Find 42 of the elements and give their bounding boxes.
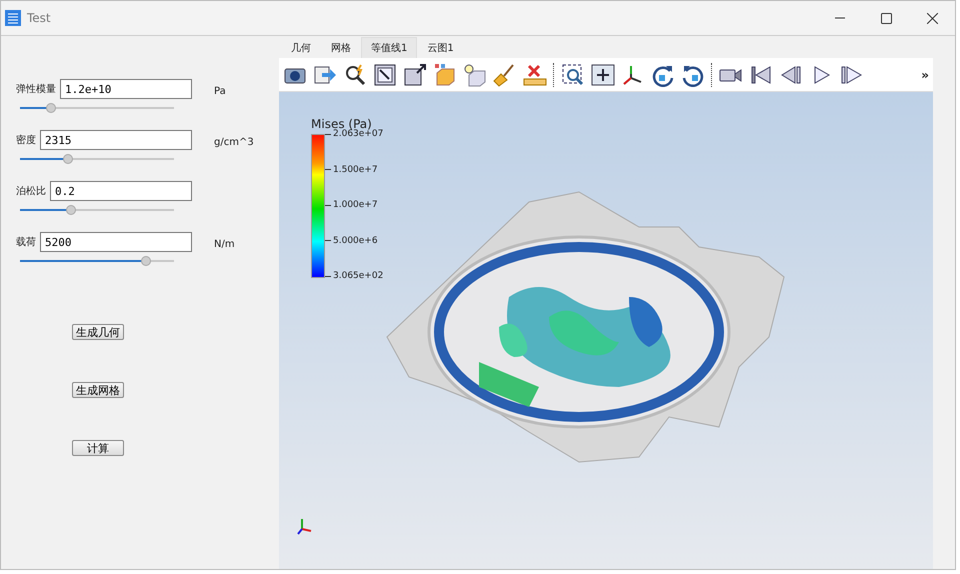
action-button[interactable]: 生成网格: [72, 382, 124, 398]
minimize-icon[interactable]: [835, 17, 845, 19]
window-title: Test: [27, 11, 52, 25]
fit-icon[interactable]: [591, 62, 615, 86]
maximize-icon[interactable]: [880, 12, 892, 24]
cube-icon[interactable]: [433, 62, 457, 86]
parameter-label: 载荷: [16, 236, 36, 249]
view-tab[interactable]: 等值线1: [361, 37, 418, 58]
bulb-cube-icon[interactable]: [463, 62, 487, 86]
legend-tick-label: 1.500e+7: [333, 164, 378, 174]
unit-label: N/m: [213, 238, 235, 250]
parameter-input[interactable]: 5200: [40, 232, 192, 252]
magnifier-icon[interactable]: [343, 62, 367, 86]
overflow-button[interactable]: »: [921, 68, 929, 82]
parameter-label: 泊松比: [16, 184, 46, 198]
slider-thumb[interactable]: [141, 256, 152, 266]
action-button[interactable]: 计算: [72, 440, 124, 456]
frame-icon[interactable]: [373, 62, 397, 86]
legend-tick-label: 1.000e+7: [333, 200, 378, 210]
box-icon[interactable]: [403, 62, 427, 86]
app-icon: [5, 10, 21, 26]
zoom-box-icon[interactable]: [561, 62, 585, 86]
parameter-input[interactable]: 2315: [40, 130, 192, 150]
parameter-input[interactable]: 0.2: [50, 181, 192, 201]
legend-tick-label: 5.000e+6: [333, 236, 378, 246]
axes-triad-icon: [297, 517, 313, 535]
parameter-input[interactable]: 1.2e+10: [60, 79, 192, 99]
parameter-label: 密度: [16, 134, 36, 147]
slider-thumb[interactable]: [66, 205, 76, 215]
view-tab[interactable]: 网格: [321, 37, 361, 58]
close-icon[interactable]: [926, 12, 938, 24]
view-tab[interactable]: 云图1: [417, 37, 464, 58]
unit-label: Pa: [213, 85, 226, 97]
slider-thumb[interactable]: [62, 154, 73, 164]
slider-thumb[interactable]: [46, 103, 56, 113]
unit-label: g/cm^3: [213, 136, 254, 148]
legend-tick-label: 3.065e+02: [333, 271, 384, 281]
action-button[interactable]: 生成几何: [72, 324, 124, 340]
view-tab[interactable]: 几何: [281, 37, 321, 58]
ruler-icon[interactable]: [523, 62, 547, 86]
parameter-label: 弹性模量: [16, 82, 56, 96]
legend-tick-label: 2.063e+07: [333, 129, 384, 139]
